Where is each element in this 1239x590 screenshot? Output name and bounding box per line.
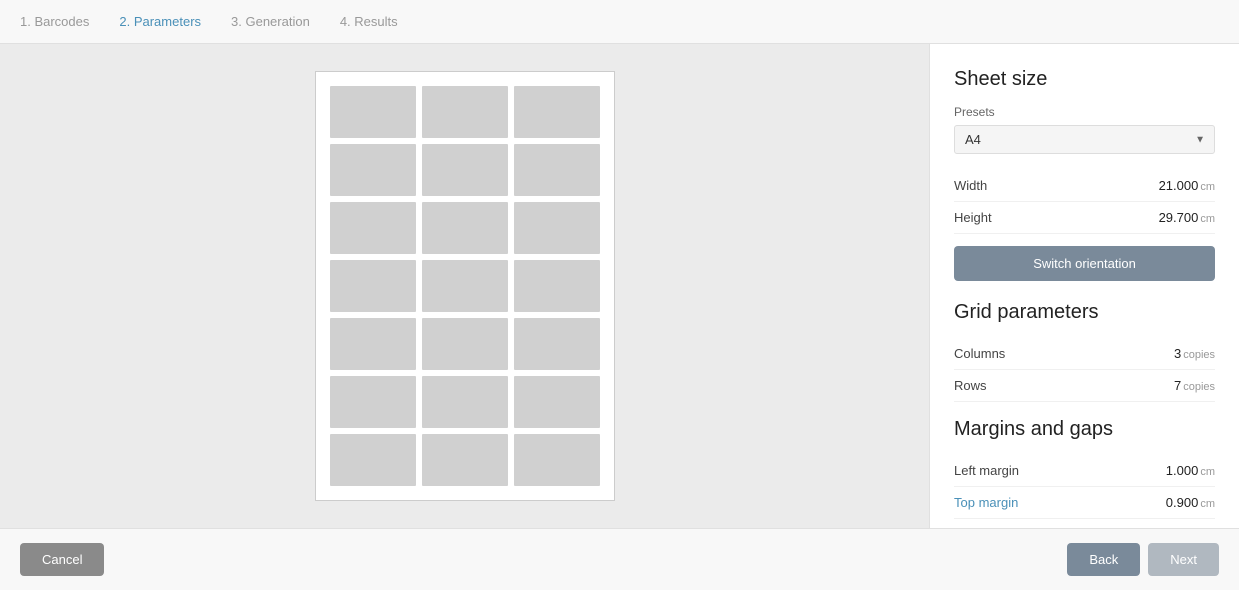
- preset-select-wrapper: A4 ▼: [954, 125, 1215, 154]
- grid-cell: [422, 144, 508, 196]
- grid-cell: [514, 318, 600, 370]
- top-margin-row: Top margin 0.900cm: [954, 487, 1215, 519]
- rows-value: 7copies: [1174, 378, 1215, 393]
- columns-value: 3copies: [1174, 346, 1215, 361]
- preset-select[interactable]: A4: [954, 125, 1215, 154]
- rows-label: Rows: [954, 378, 987, 393]
- grid-cell: [330, 202, 416, 254]
- margins-title: Margins and gaps: [954, 418, 1215, 441]
- next-button[interactable]: Next: [1148, 543, 1219, 576]
- grid-row: [330, 144, 600, 196]
- grid-cell: [514, 86, 600, 138]
- top-margin-label: Top margin: [954, 495, 1018, 510]
- grid-row: [330, 202, 600, 254]
- nav-step-parameters[interactable]: 2. Parameters: [119, 14, 201, 29]
- bottom-bar: Cancel Back Next: [0, 528, 1239, 590]
- nav-step-generation[interactable]: 3. Generation: [231, 14, 310, 29]
- preview-area: [0, 44, 929, 528]
- grid-cell: [514, 202, 600, 254]
- grid-row: [330, 376, 600, 428]
- grid-cell: [422, 376, 508, 428]
- grid-cell: [330, 86, 416, 138]
- grid-cell: [330, 318, 416, 370]
- grid-cell: [422, 86, 508, 138]
- grid-cell: [330, 434, 416, 486]
- width-row: Width 21.000cm: [954, 170, 1215, 202]
- back-button[interactable]: Back: [1067, 543, 1140, 576]
- columns-row: Columns 3copies: [954, 338, 1215, 370]
- width-value: 21.000cm: [1159, 178, 1215, 193]
- cancel-button[interactable]: Cancel: [20, 543, 104, 576]
- nav-step-results[interactable]: 4. Results: [340, 14, 398, 29]
- bottom-right-buttons: Back Next: [1067, 543, 1219, 576]
- grid-cell: [514, 260, 600, 312]
- main-content: Sheet size Presets A4 ▼ Width 21.000cm H…: [0, 44, 1239, 528]
- grid-row: [330, 86, 600, 138]
- grid-cell: [422, 318, 508, 370]
- height-value: 29.700cm: [1159, 210, 1215, 225]
- left-margin-label: Left margin: [954, 463, 1019, 478]
- columns-label: Columns: [954, 346, 1005, 361]
- top-margin-value: 0.900cm: [1166, 495, 1215, 510]
- presets-label: Presets: [954, 105, 1215, 119]
- grid-cell: [330, 376, 416, 428]
- width-label: Width: [954, 178, 987, 193]
- height-label: Height: [954, 210, 992, 225]
- sheet-size-title: Sheet size: [954, 68, 1215, 91]
- switch-orientation-button[interactable]: Switch orientation: [954, 246, 1215, 281]
- height-row: Height 29.700cm: [954, 202, 1215, 234]
- left-margin-value: 1.000cm: [1166, 463, 1215, 478]
- rows-row: Rows 7copies: [954, 370, 1215, 402]
- nav-step-barcodes[interactable]: 1. Barcodes: [20, 14, 89, 29]
- grid-cell: [330, 144, 416, 196]
- grid-row: [330, 434, 600, 486]
- grid-cell: [514, 434, 600, 486]
- grid-cell: [422, 260, 508, 312]
- grid-cell: [330, 260, 416, 312]
- grid-cell: [514, 376, 600, 428]
- grid-row: [330, 260, 600, 312]
- grid-row: [330, 318, 600, 370]
- top-nav: 1. Barcodes 2. Parameters 3. Generation …: [0, 0, 1239, 44]
- grid-cell: [422, 202, 508, 254]
- grid-cell: [514, 144, 600, 196]
- left-margin-row: Left margin 1.000cm: [954, 455, 1215, 487]
- grid-cell: [422, 434, 508, 486]
- right-panel: Sheet size Presets A4 ▼ Width 21.000cm H…: [929, 44, 1239, 528]
- grid-params-title: Grid parameters: [954, 301, 1215, 324]
- sheet-preview: [315, 71, 615, 501]
